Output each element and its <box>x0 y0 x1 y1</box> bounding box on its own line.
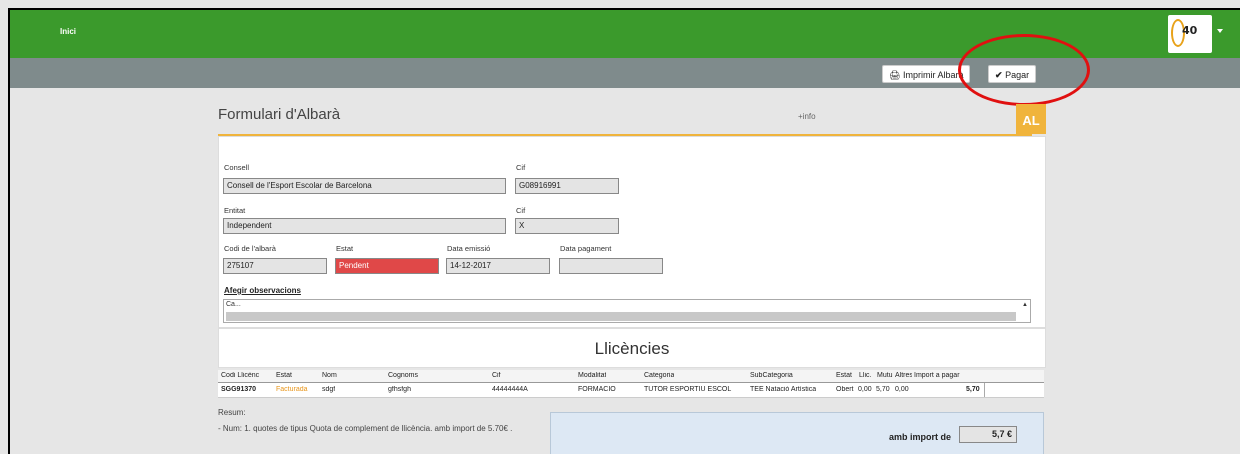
table-row[interactable]: SGG91370 Facturada sdgf gfhsfgh 44444444… <box>218 383 1044 398</box>
cell-nom: sdgf <box>322 386 336 393</box>
col-header[interactable]: Cognoms <box>388 372 418 379</box>
app-frame: Inici 40 🖨 Imprimir Albarà ✔ Pagar Formu… <box>8 8 1240 454</box>
total-amount-field[interactable]: 5,7 € <box>959 426 1017 443</box>
data-emissio-label: Data emissió <box>447 244 491 253</box>
col-header[interactable]: SubCategoria <box>750 372 793 379</box>
print-button-label: Imprimir Albarà <box>902 70 964 80</box>
albara-form: Consell Consell de l'Esport Escolar de B… <box>218 136 1046 328</box>
total-panel: amb import de 5,7 € <box>550 412 1044 454</box>
chevron-down-icon[interactable] <box>1217 29 1223 33</box>
data-pagament-label: Data pagament <box>560 244 612 253</box>
observations-textarea[interactable]: Ca... ▲ <box>223 299 1031 323</box>
cif-field[interactable]: G08916991 <box>515 178 619 194</box>
col-header[interactable]: Modalitat <box>578 372 606 379</box>
col-header[interactable]: Altres <box>895 372 912 379</box>
logo-number: 40 <box>1182 24 1198 37</box>
cif-entitat-label: Cif <box>516 206 526 215</box>
scroll-up-icon[interactable]: ▲ <box>1022 302 1028 308</box>
cell-altres: 0,00 <box>895 386 909 393</box>
add-observations-link[interactable]: Afegir observacions <box>224 286 301 295</box>
summary-label: Resum: <box>218 408 246 417</box>
codi-albara-label: Codi de l'albarà <box>224 244 276 253</box>
col-header[interactable]: Import a pagar <box>914 372 984 379</box>
summary-line: - Num: 1. quotes de tipus Quota de compl… <box>218 424 513 433</box>
observations-text: Ca... <box>226 301 241 308</box>
cell-status: Facturada <box>276 386 308 393</box>
cell-subcategoria: TEE Natació Artística <box>750 386 817 393</box>
data-emissio-field[interactable]: 14-12-2017 <box>446 258 550 274</box>
cell-cognoms: gfhsfgh <box>388 386 411 393</box>
panel-header: Formulari d'Albarà +info <box>218 96 1032 136</box>
cif-entitat-field[interactable]: X <box>515 218 619 234</box>
app-logo[interactable]: 40 <box>1168 15 1212 53</box>
cell-categoria: TUTOR ESPORTIU ESCOL <box>644 386 732 393</box>
cell-import: 5,70 <box>966 386 980 393</box>
codi-albara-field[interactable]: 275107 <box>223 258 327 274</box>
col-header[interactable]: Estat <box>836 372 852 379</box>
cell-cif: 44444444A <box>492 386 528 393</box>
col-header[interactable]: Cif <box>492 372 501 379</box>
col-header[interactable]: Codi Llicènc <box>221 372 259 379</box>
data-pagament-field[interactable] <box>559 258 663 274</box>
nav-home-link[interactable]: Inici <box>60 27 76 36</box>
entitat-label: Entitat <box>224 206 246 215</box>
col-header[interactable]: Estat <box>276 372 292 379</box>
column-divider <box>984 383 985 397</box>
estat-label: Estat <box>336 244 354 253</box>
info-link[interactable]: +info <box>798 112 816 121</box>
entitat-field[interactable]: Independent <box>223 218 506 234</box>
estat-field[interactable]: Pendent <box>335 258 439 274</box>
cif-label: Cif <box>516 163 526 172</box>
col-header[interactable]: Mutu <box>877 372 893 379</box>
col-header[interactable]: Nom <box>322 372 337 379</box>
llicencies-title: Llicències <box>218 328 1046 368</box>
page-title: Formulari d'Albarà <box>218 106 341 123</box>
col-header[interactable]: Llic. <box>859 372 871 379</box>
horizontal-scrollbar[interactable] <box>226 312 1016 321</box>
consell-field[interactable]: Consell de l'Esport Escolar de Barcelona <box>223 178 506 194</box>
table-header: Codi Llicènc Estat Nom Cognoms Cif Modal… <box>218 370 1044 383</box>
total-label: amb import de <box>889 432 952 442</box>
doc-type-badge: AL <box>1016 104 1046 134</box>
cell-estat: Obert <box>836 386 854 393</box>
cell-code: SGG91370 <box>221 386 257 393</box>
printer-icon: 🖨 <box>889 70 901 80</box>
col-header[interactable]: Categoria <box>644 372 674 379</box>
cell-llic: 0,00 <box>858 386 872 393</box>
cell-mutu: 5,70 <box>876 386 890 393</box>
consell-label: Consell <box>224 163 250 172</box>
cell-modalitat: FORMACIÓ <box>578 386 616 393</box>
